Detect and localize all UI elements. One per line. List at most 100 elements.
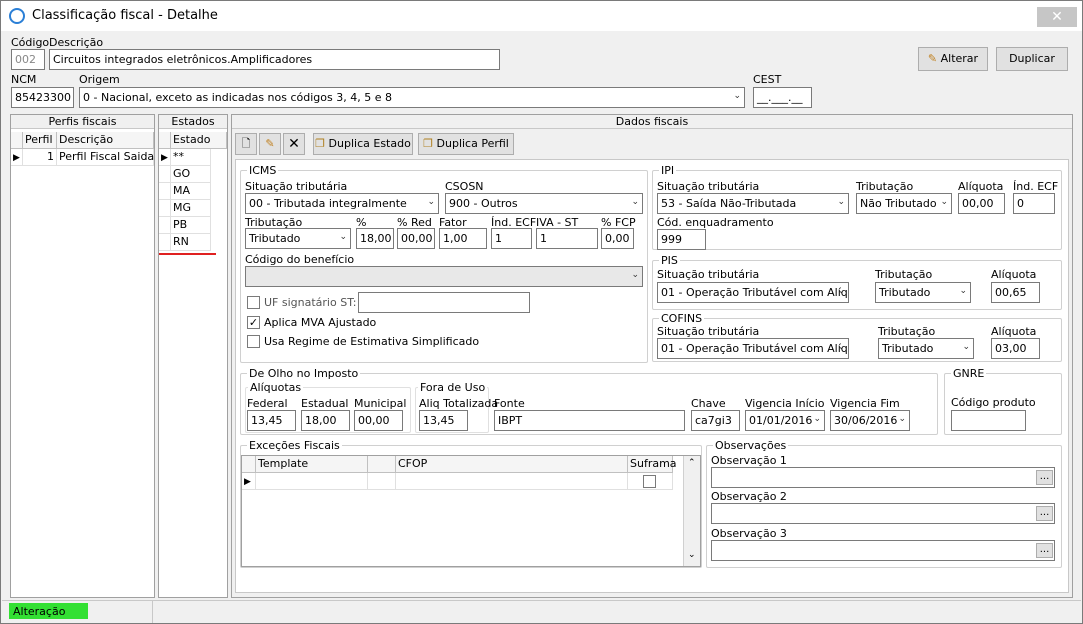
col-estado[interactable]: Estado bbox=[171, 132, 227, 149]
duplica-perfil-label: Duplica Perfil bbox=[436, 137, 509, 150]
ind-ecf-field[interactable]: 1 bbox=[491, 228, 532, 249]
pis-aliq-field[interactable]: 00,65 bbox=[991, 282, 1040, 303]
beneficio-select[interactable]: ⌄ bbox=[245, 266, 643, 287]
icms-sit-value: 00 - Tributada integralmente bbox=[249, 197, 407, 210]
chevron-down-icon[interactable]: ⌄ bbox=[688, 550, 696, 560]
template-cell[interactable] bbox=[256, 473, 368, 490]
enq-field[interactable]: 999 bbox=[657, 229, 706, 250]
pct-red-field[interactable]: 00,00 bbox=[397, 228, 435, 249]
obs2-browse-button[interactable]: ... bbox=[1036, 506, 1053, 521]
codigo-field[interactable]: 002 bbox=[11, 49, 45, 70]
delete-button[interactable]: ✕ bbox=[283, 133, 305, 155]
col-blank[interactable] bbox=[368, 456, 396, 473]
duplica-perfil-button[interactable]: ❐ Duplica Perfil bbox=[418, 133, 514, 155]
iva-st-field[interactable]: 1 bbox=[536, 228, 598, 249]
obs1-field[interactable] bbox=[711, 467, 1055, 488]
ncm-field[interactable]: 85423300 bbox=[11, 87, 74, 108]
list-item[interactable]: RN bbox=[171, 234, 211, 251]
uf-signatario-checkbox[interactable] bbox=[247, 296, 260, 309]
descricao-field[interactable]: Circuitos integrados eletrônicos.Amplifi… bbox=[49, 49, 500, 70]
federal-field[interactable]: 13,45 bbox=[247, 410, 296, 431]
chevron-down-icon: ⌄ bbox=[837, 286, 845, 296]
cofins-situacao-select[interactable]: 01 - Operação Tributável com Alíqu ⌄ bbox=[657, 338, 849, 359]
chave-label: Chave bbox=[691, 397, 726, 410]
uf-signatario-field[interactable] bbox=[358, 292, 530, 313]
pis-tributacao-select[interactable]: Tributado ⌄ bbox=[875, 282, 971, 303]
close-button[interactable]: ✕ bbox=[1037, 7, 1077, 27]
uf-signatario-label: UF signatário ST: bbox=[264, 296, 357, 309]
cfop-cell[interactable] bbox=[396, 473, 628, 490]
obs2-field[interactable] bbox=[711, 503, 1055, 524]
dados-fiscais-title: Dados fiscais bbox=[232, 115, 1072, 129]
fonte-field[interactable]: IBPT bbox=[494, 410, 685, 431]
chave-field[interactable]: ca7gi3 bbox=[691, 410, 740, 431]
pis-situacao-select[interactable]: 01 - Operação Tributável com Alíqu ⌄ bbox=[657, 282, 849, 303]
cofins-aliq-field[interactable]: 03,00 bbox=[991, 338, 1040, 359]
red-underline bbox=[159, 253, 216, 255]
new-button[interactable]: 🗋 bbox=[235, 133, 257, 155]
scrollbar[interactable]: ⌃ ⌄ bbox=[683, 456, 700, 566]
mva-checkbox[interactable]: ✓ bbox=[247, 316, 260, 329]
chevron-down-icon: ⌄ bbox=[940, 197, 948, 207]
suframa-checkbox[interactable] bbox=[643, 475, 656, 488]
pct-field[interactable]: 18,00 bbox=[356, 228, 394, 249]
alterar-label: Alterar bbox=[940, 52, 979, 65]
fcp-field[interactable]: 0,00 bbox=[601, 228, 634, 249]
excecoes-title: Exceções Fiscais bbox=[247, 439, 342, 452]
close-icon: ✕ bbox=[288, 136, 300, 152]
cofins-tributacao-select[interactable]: Tributado ⌄ bbox=[878, 338, 974, 359]
blank-cell[interactable] bbox=[368, 473, 396, 490]
list-item[interactable]: MA bbox=[171, 183, 211, 200]
chevron-down-icon: ⌄ bbox=[959, 286, 967, 296]
edit-button[interactable]: ✎ bbox=[259, 133, 281, 155]
obs1-browse-button[interactable]: ... bbox=[1036, 470, 1053, 485]
icms-tributacao-select[interactable]: Tributado ⌄ bbox=[245, 228, 351, 249]
aliq-tot-field[interactable]: 13,45 bbox=[419, 410, 468, 431]
duplica-estado-button[interactable]: ❐ Duplica Estado bbox=[313, 133, 413, 155]
municipal-field[interactable]: 00,00 bbox=[354, 410, 403, 431]
col-perfil[interactable]: Perfil bbox=[23, 132, 57, 149]
col-suframa[interactable]: Suframa bbox=[628, 456, 677, 473]
list-item[interactable]: PB bbox=[171, 217, 211, 234]
gnre-cod-field[interactable] bbox=[951, 410, 1026, 431]
vig-fim-date[interactable]: 30/06/2016 ⌄ bbox=[830, 410, 910, 431]
estadual-field[interactable]: 18,00 bbox=[301, 410, 350, 431]
copy-icon: ❐ bbox=[315, 137, 326, 150]
ipi-tributacao-select[interactable]: Não Tributado ⌄ bbox=[856, 193, 952, 214]
fator-field[interactable]: 1,00 bbox=[439, 228, 487, 249]
list-item[interactable]: MG bbox=[171, 200, 211, 217]
list-item[interactable]: ** bbox=[171, 149, 211, 166]
obs3-browse-button[interactable]: ... bbox=[1036, 543, 1053, 558]
ipi-situacao-select[interactable]: 53 - Saída Não-Tributada ⌄ bbox=[657, 193, 849, 214]
table-row[interactable]: Perfil Fiscal Saida bbox=[57, 149, 154, 166]
cest-field[interactable]: __.___.__ bbox=[753, 87, 812, 108]
duplicar-button[interactable]: Duplicar bbox=[996, 47, 1068, 71]
estados-title: Estados bbox=[159, 115, 227, 129]
ipi-ind-ecf-field[interactable]: 0 bbox=[1013, 193, 1055, 214]
new-document-icon: 🗋 bbox=[241, 137, 251, 150]
col-template[interactable]: Template bbox=[256, 456, 368, 473]
vig-ini-date[interactable]: 01/01/2016 ⌄ bbox=[745, 410, 825, 431]
col-descricao[interactable]: Descrição bbox=[57, 132, 154, 149]
col-cfop[interactable]: CFOP bbox=[396, 456, 628, 473]
dados-content: ICMS Situação tributária 00 - Tributada … bbox=[235, 159, 1069, 593]
csosn-select[interactable]: 900 - Outros ⌄ bbox=[445, 193, 643, 214]
table-row[interactable]: 1 bbox=[23, 149, 57, 166]
row-indicator-header bbox=[11, 132, 23, 149]
regime-checkbox[interactable] bbox=[247, 335, 260, 348]
suframa-cell[interactable] bbox=[628, 473, 673, 490]
alterar-button[interactable]: ✎ Alterar bbox=[918, 47, 988, 71]
chevron-up-icon[interactable]: ⌃ bbox=[688, 458, 696, 468]
obs3-label: Observação 3 bbox=[711, 527, 787, 540]
origem-select[interactable]: 0 - Nacional, exceto as indicadas nos có… bbox=[79, 87, 745, 108]
chevron-down-icon: ⌄ bbox=[631, 197, 639, 207]
icms-situacao-select[interactable]: 00 - Tributada integralmente ⌄ bbox=[245, 193, 439, 214]
excecoes-grid: Template CFOP Suframa ▶ ⌃ ⌄ bbox=[241, 455, 701, 567]
ipi-group: IPI Situação tributária 53 - Saída Não-T… bbox=[652, 164, 1062, 250]
title-bar: Classificação fiscal - Detalhe ✕ bbox=[1, 1, 1082, 31]
mva-label: Aplica MVA Ajustado bbox=[264, 316, 377, 329]
obs3-field[interactable] bbox=[711, 540, 1055, 561]
ipi-aliq-field[interactable]: 00,00 bbox=[958, 193, 1005, 214]
list-item[interactable]: GO bbox=[171, 166, 211, 183]
descricao-label: Descrição bbox=[49, 36, 104, 49]
